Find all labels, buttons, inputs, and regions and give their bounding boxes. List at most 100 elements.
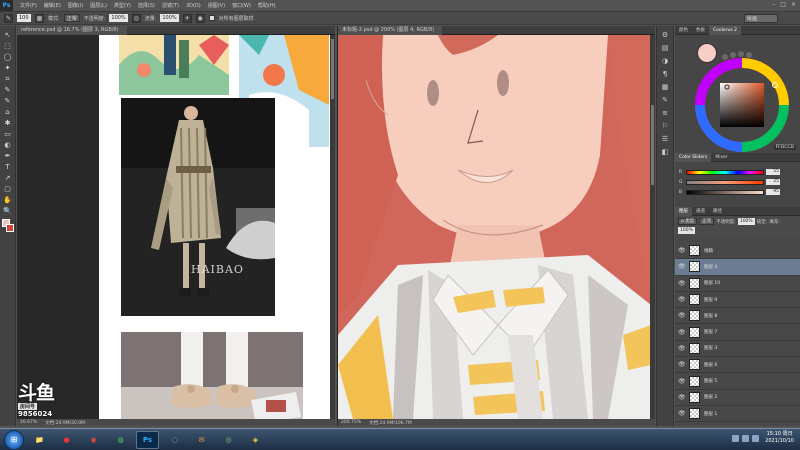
menu-type[interactable]: 类型(Y) [114, 2, 131, 9]
workspace-select[interactable]: 绘画 [744, 14, 778, 23]
menu-select[interactable]: 选择(S) [138, 2, 155, 9]
marquee-tool-icon[interactable]: ⬚ [2, 41, 14, 51]
layer-row[interactable]: 👁 图层 1 [675, 406, 800, 423]
close-icon[interactable]: × [791, 1, 796, 8]
taskbar-photoshop-icon[interactable]: Ps [136, 430, 159, 449]
crop-tool-icon[interactable]: ⌗ [2, 74, 14, 84]
magic-wand-tool-icon[interactable]: ✦ [2, 63, 14, 73]
dock-properties-icon[interactable]: ≡ [659, 108, 671, 118]
eyedropper-tool-icon[interactable]: ✎ [2, 85, 14, 95]
hex-value[interactable]: FFDCCD [773, 145, 796, 150]
tab-color-sliders[interactable]: Color Sliders [675, 152, 712, 162]
mode-select[interactable]: 正常 [63, 14, 80, 22]
dock-history-icon[interactable]: ▤ [659, 43, 671, 53]
dock-navigator-icon[interactable]: ◧ [659, 147, 671, 157]
pressure-size-icon[interactable]: ◉ [195, 13, 205, 23]
eye-icon[interactable]: 👁 [678, 361, 686, 368]
sample-all-layers-checkbox[interactable] [208, 15, 215, 21]
layer-row[interactable]: 👁 图层 7 [675, 324, 800, 341]
tray-volume-icon[interactable] [742, 434, 750, 442]
move-tool-icon[interactable]: ↖ [2, 30, 14, 40]
reference-zoom-level[interactable]: 16.67% [20, 420, 37, 425]
lasso-tool-icon[interactable]: ◯ [2, 52, 14, 62]
eye-icon[interactable]: 👁 [678, 394, 686, 401]
pen-tool-icon[interactable]: ✒ [2, 151, 14, 161]
tab-paths[interactable]: 路径 [709, 207, 726, 216]
stamp-tool-icon[interactable]: ⌂ [2, 107, 14, 117]
green-value[interactable]: 25 [766, 179, 780, 185]
dock-swatches-icon[interactable]: ▦ [659, 82, 671, 92]
eye-icon[interactable]: 👁 [678, 329, 686, 336]
tab-swatches[interactable]: 色板 [692, 26, 709, 35]
taskbar-app-red-icon[interactable]: ● [55, 431, 78, 449]
opacity-field[interactable]: 100% [109, 14, 128, 22]
airbrush-icon[interactable]: ✈ [182, 13, 192, 23]
dodge-tool-icon[interactable]: ◐ [2, 140, 14, 150]
menu-filter[interactable]: 滤镜(T) [162, 2, 179, 9]
layer-opacity-field[interactable]: 100% [737, 218, 755, 225]
red-slider[interactable] [686, 169, 764, 175]
menu-edit[interactable]: 编辑(E) [44, 2, 61, 9]
hand-tool-icon[interactable]: ✋ [2, 195, 14, 205]
reference-document-tab[interactable]: reference.psd @ 16.7% (图层 3, RGB/8) [17, 25, 127, 35]
layer-row[interactable]: 👁 图层 6 [675, 357, 800, 374]
painting-canvas[interactable] [338, 35, 651, 419]
taskbar-app-blue-icon[interactable]: ◌ [163, 431, 186, 449]
dock-info-icon[interactable]: ☰ [659, 134, 671, 144]
zoom-tool-icon[interactable]: 🔍 [2, 206, 14, 216]
minimize-icon[interactable]: – [772, 1, 775, 8]
painting-vertical-scrollbar[interactable] [650, 35, 655, 419]
menu-view[interactable]: 视图(V) [208, 2, 225, 9]
layer-row[interactable]: 👁 线稿 [675, 243, 800, 260]
layer-row[interactable]: 👁 图层 8 [675, 308, 800, 325]
background-color-swatch[interactable] [5, 224, 14, 232]
layer-row[interactable]: 👁 图层 10 [675, 276, 800, 292]
eye-icon[interactable]: 👁 [678, 410, 686, 417]
dock-paragraph-icon[interactable]: ¶ [659, 69, 671, 79]
history-brush-tool-icon[interactable]: ✱ [2, 118, 14, 128]
taskbar-mail-icon[interactable]: ✉ [190, 431, 213, 449]
start-button[interactable]: ⊞ [4, 429, 24, 450]
fill-field[interactable]: 100% [678, 227, 695, 234]
layer-row[interactable]: 👁 图层 9 [675, 292, 800, 309]
reference-vertical-scrollbar[interactable] [330, 35, 335, 419]
type-tool-icon[interactable]: T [2, 162, 14, 172]
menu-file[interactable]: 文件(F) [20, 2, 37, 9]
taskbar-app-green-icon[interactable]: ◎ [217, 431, 240, 449]
brush-tool-icon[interactable]: ✎ [2, 96, 14, 106]
menu-window[interactable]: 窗口(W) [232, 2, 251, 9]
maximize-icon[interactable]: □ [780, 1, 786, 8]
flow-field[interactable]: 100% [160, 14, 179, 22]
taskbar-explorer-icon[interactable]: 📁 [28, 431, 51, 449]
dock-settings-icon[interactable]: ⚙ [659, 30, 671, 40]
layer-row[interactable]: 👁 图层 2 [675, 390, 800, 406]
painting-zoom-level[interactable]: 200.75% [341, 420, 361, 425]
eye-icon[interactable]: 👁 [678, 345, 686, 352]
eye-icon[interactable]: 👁 [678, 247, 686, 254]
blue-slider[interactable] [686, 189, 764, 195]
path-select-tool-icon[interactable]: ↗ [2, 173, 14, 183]
taskbar-browser-icon[interactable]: ◍ [109, 431, 132, 449]
menu-layer[interactable]: 图层(L) [90, 2, 107, 9]
coolorus-color-wheel[interactable]: FFDCCD [675, 35, 800, 153]
dock-actions-icon[interactable]: ⚐ [659, 121, 671, 131]
taskbar-music-icon[interactable]: ◉ [82, 431, 105, 449]
eraser-tool-icon[interactable]: ▭ [2, 129, 14, 139]
menu-help[interactable]: 帮助(H) [258, 2, 276, 9]
eye-icon[interactable]: 👁 [678, 296, 686, 303]
eye-icon[interactable]: 👁 [678, 280, 686, 287]
eye-icon[interactable]: 👁 [678, 312, 686, 319]
brush-size-field[interactable]: 100 [17, 14, 31, 22]
tab-coolorus[interactable]: Coolorus 2 [709, 25, 741, 35]
red-value[interactable]: 55 [766, 169, 780, 175]
menu-3d[interactable]: 3D(D) [186, 3, 201, 9]
menu-image[interactable]: 图像(I) [68, 2, 83, 9]
layer-row-selected[interactable]: 👁 图层 4 [675, 259, 800, 276]
tray-ime-icon[interactable] [752, 434, 760, 442]
tab-color[interactable]: 颜色 [675, 26, 692, 35]
dock-adjustments-icon[interactable]: ◑ [659, 56, 671, 66]
brush-tool-icon[interactable]: ✎ [4, 13, 13, 23]
system-clock[interactable]: 15:10 周日 2021/10/10 [765, 431, 794, 445]
eye-icon[interactable]: 👁 [678, 378, 686, 385]
shape-tool-icon[interactable]: ▢ [2, 184, 14, 194]
